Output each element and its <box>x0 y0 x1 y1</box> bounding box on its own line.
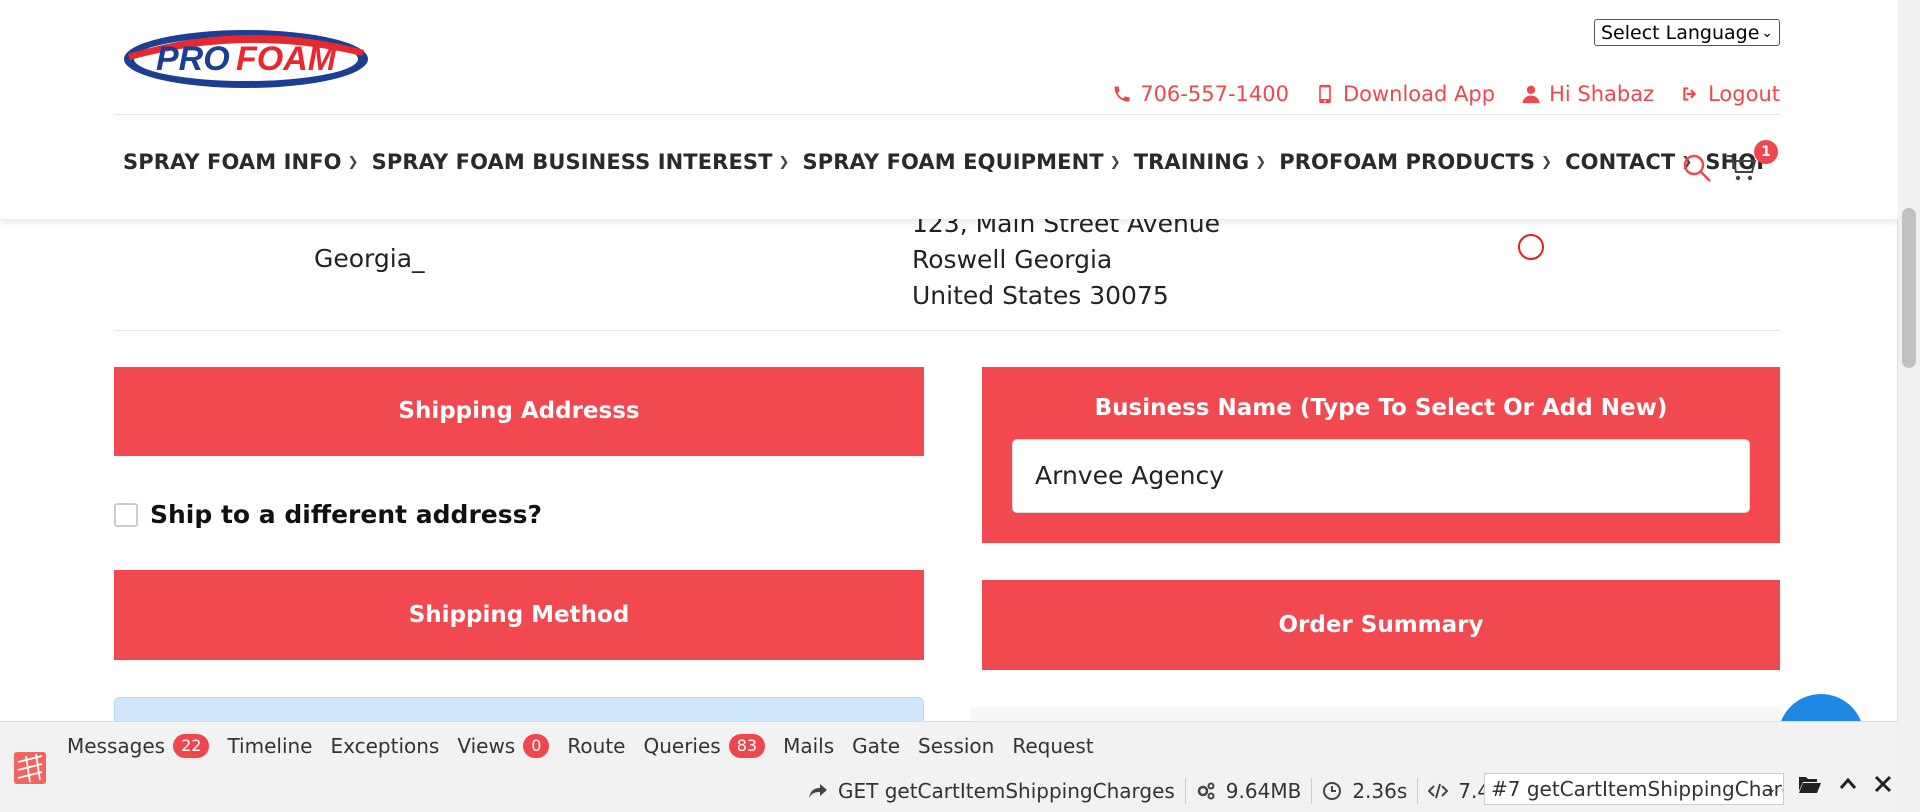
business-name-title: Business Name (Type To Select Or Add New… <box>1094 395 1668 421</box>
debug-tab-request[interactable]: Request <box>1012 734 1093 758</box>
address-block: 123, Main Street Avenue Roswell Georgia … <box>912 206 1220 314</box>
nav-spray-foam-business-interest[interactable]: SPRAY FOAM BUSINESS INTEREST ❯ <box>372 150 790 174</box>
debug-tabs: Messages 22 Timeline Exceptions Views 0 Ro… <box>67 734 1094 758</box>
ship-different-checkbox[interactable] <box>114 502 138 527</box>
main-nav: SPRAY FOAM INFO ❯ SPRAY FOAM BUSINESS INT… <box>123 150 1785 174</box>
header-divider <box>114 114 1780 115</box>
nav-profoam-products[interactable]: PROFOAM PRODUCTS ❯ <box>1279 150 1552 174</box>
search-icon[interactable] <box>1682 153 1712 183</box>
views-count-badge: 0 <box>523 734 550 758</box>
debug-tab-messages[interactable]: Messages 22 <box>67 734 210 758</box>
messages-count-badge: 22 <box>173 734 210 758</box>
business-name-input[interactable]: Arnvee Agency <box>1012 439 1750 513</box>
account-link[interactable]: Hi Shabaz <box>1521 82 1654 106</box>
chevron-up-icon[interactable] <box>1838 774 1858 794</box>
order-summary-header: Order Summary <box>982 580 1780 670</box>
folder-open-icon[interactable] <box>1798 774 1822 794</box>
logo-foam-text: FOAM <box>236 40 337 78</box>
debug-tab-gate[interactable]: Gate <box>852 734 900 758</box>
cart-icon[interactable] <box>1726 154 1758 182</box>
scrollbar-thumb[interactable] <box>1902 208 1916 368</box>
debug-tab-route[interactable]: Route <box>567 734 625 758</box>
close-icon[interactable] <box>1874 775 1892 793</box>
top-links: 706-557-1400 Download App Hi Shabaz Logo… <box>1112 82 1780 106</box>
checkout-page: ​ Georgia_ 123, Main Street Avenue Roswe… <box>0 0 1898 812</box>
business-name-panel: Business Name (Type To Select Or Add New… <box>982 367 1780 543</box>
chevron-down-icon: ❯ <box>1541 154 1553 170</box>
nav-training[interactable]: TRAINING ❯ <box>1134 150 1267 174</box>
site-header: PRO FOAM Select Language ⌄ 706-557-1400 … <box>0 0 1898 219</box>
ship-different-label[interactable]: Ship to a different address? <box>150 500 542 529</box>
debug-tab-views[interactable]: Views 0 <box>457 734 550 758</box>
debug-status: GET getCartItemShippingCharges 9.64MB 2.… <box>808 778 1522 804</box>
shipping-address-header: Shipping Addresss <box>114 367 924 456</box>
debug-tab-exceptions[interactable]: Exceptions <box>330 734 439 758</box>
chevron-down-icon: ❯ <box>347 154 359 170</box>
billing-state-text: Georgia_ <box>314 244 425 273</box>
address-line-3: United States 30075 <box>912 281 1169 310</box>
logout-icon <box>1683 87 1697 101</box>
nav-contact[interactable]: CONTACT ❯ <box>1565 150 1692 174</box>
chevron-down-icon: ⌄ <box>1765 781 1777 797</box>
vertical-scrollbar[interactable] <box>1897 0 1920 812</box>
chevron-down-icon: ⌄ <box>1761 24 1773 41</box>
debug-tab-session[interactable]: Session <box>918 734 994 758</box>
phone-link[interactable]: 706-557-1400 <box>1112 82 1289 106</box>
logout-link[interactable]: Logout <box>1680 82 1780 106</box>
debugbar-logo-icon[interactable] <box>12 750 48 786</box>
debug-controls <box>1798 774 1892 794</box>
debug-request: GET getCartItemShippingCharges <box>838 779 1175 803</box>
debug-tab-mails[interactable]: Mails <box>783 734 834 758</box>
radio-select-address[interactable] <box>1518 234 1544 260</box>
share-icon <box>809 784 827 798</box>
address-line-2: Roswell Georgia <box>912 245 1113 274</box>
debug-memory: 9.64MB <box>1225 779 1302 803</box>
cart-count-badge: 1 <box>1754 140 1778 164</box>
nav-spray-foam-info[interactable]: SPRAY FOAM INFO ❯ <box>123 150 359 174</box>
chevron-down-icon: ❯ <box>1255 154 1267 170</box>
debug-tab-queries[interactable]: Queries 83 <box>643 734 766 758</box>
code-icon <box>1428 783 1449 799</box>
logo-pro-text: PRO <box>156 40 230 78</box>
mobile-icon <box>1319 84 1331 104</box>
debug-time: 2.36s <box>1352 779 1408 803</box>
debug-tab-timeline[interactable]: Timeline <box>227 734 312 758</box>
download-app-link[interactable]: Download App <box>1315 82 1495 106</box>
chevron-down-icon: ❯ <box>1109 154 1121 170</box>
debug-bar: Messages 22 Timeline Exceptions Views 0 Ro… <box>0 721 1898 812</box>
phone-icon <box>1114 86 1130 102</box>
language-select[interactable]: Select Language ⌄ <box>1594 19 1780 46</box>
row-divider <box>114 330 1780 331</box>
debug-request-select[interactable]: #7 getCartItemShippingCharges ⌄ <box>1484 773 1784 805</box>
user-icon <box>1522 85 1540 104</box>
shipping-method-header: Shipping Method <box>114 570 924 660</box>
gears-icon <box>1197 782 1215 800</box>
chevron-down-icon: ❯ <box>778 154 790 170</box>
clock-icon <box>1323 782 1342 800</box>
nav-spray-foam-equipment[interactable]: SPRAY FOAM EQUIPMENT ❯ <box>803 150 1121 174</box>
queries-count-badge: 83 <box>728 734 766 758</box>
ship-different-row[interactable]: Ship to a different address? <box>114 500 542 529</box>
language-select-value: Select Language <box>1601 21 1760 44</box>
profoam-logo[interactable]: PRO FOAM <box>122 24 370 90</box>
